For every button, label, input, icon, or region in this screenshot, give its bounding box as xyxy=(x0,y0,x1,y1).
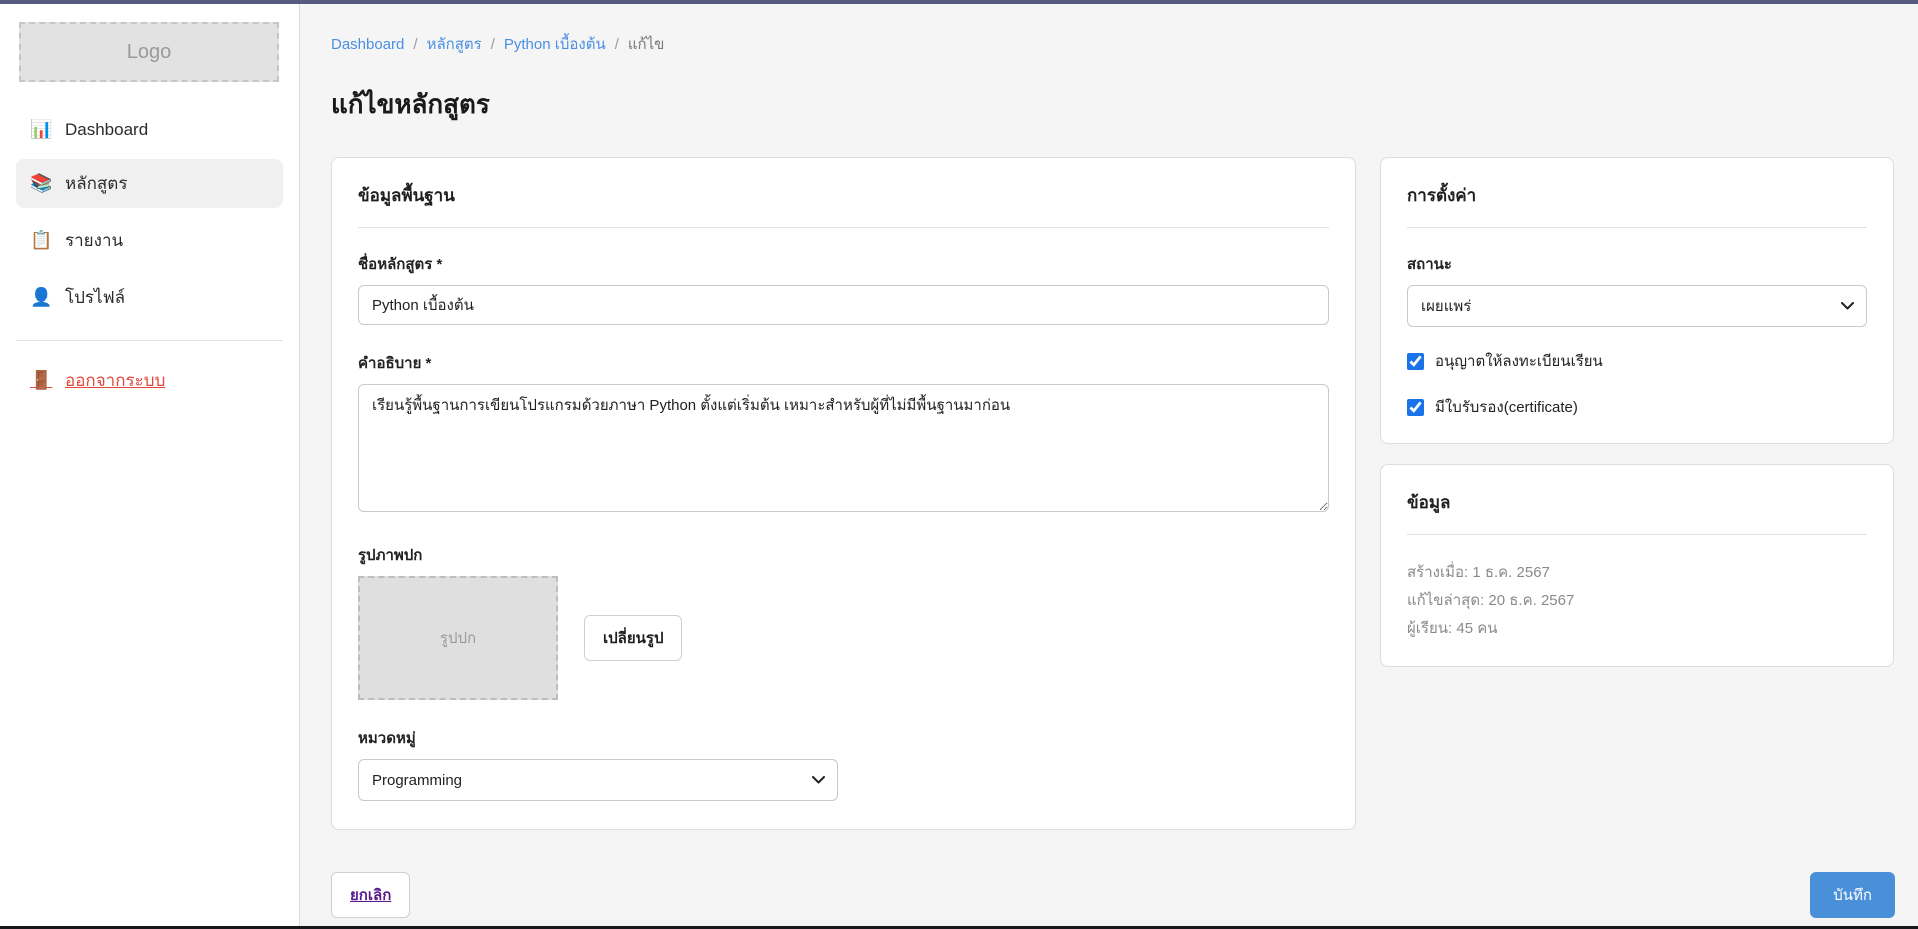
certificate-label[interactable]: มีใบรับรอง(certificate) xyxy=(1435,395,1578,419)
cancel-button[interactable]: ยกเลิก xyxy=(331,872,410,918)
cover-image-label: รูปภาพปก xyxy=(358,543,1329,567)
sidebar-item-reports[interactable]: 📋 รายงาน xyxy=(16,216,283,265)
allow-enrollment-row: อนุญาตให้ลงทะเบียนเรียน xyxy=(1407,349,1867,373)
course-name-label: ชื่อหลักสูตร * xyxy=(358,252,1329,276)
info-heading: ข้อมูล xyxy=(1407,489,1867,516)
cover-placeholder-text: รูปปก xyxy=(440,626,476,650)
card-divider xyxy=(1407,534,1867,535)
sidebar-item-label: Dashboard xyxy=(65,120,148,140)
logo: Logo xyxy=(19,22,279,82)
created-date-text: สร้างเมื่อ: 1 ธ.ค. 2567 xyxy=(1407,559,1867,587)
change-image-button[interactable]: เปลี่ยนรูป xyxy=(584,615,682,661)
breadcrumb-separator: / xyxy=(491,36,495,53)
sidebar-item-label: รายงาน xyxy=(65,227,123,254)
breadcrumb-separator: / xyxy=(413,36,417,53)
student-count-text: ผู้เรียน: 45 คน xyxy=(1407,615,1867,643)
books-icon: 📚 xyxy=(30,173,52,194)
sidebar-item-dashboard[interactable]: 📊 Dashboard xyxy=(16,108,283,151)
form-actions: ยกเลิก บันทึก xyxy=(331,872,1895,918)
description-textarea[interactable]: เรียนรู้พื้นฐานการเขียนโปรแกรมด้วยภาษา P… xyxy=(358,384,1329,512)
category-select[interactable]: Programming xyxy=(358,759,838,801)
top-accent-bar xyxy=(0,0,1918,4)
logo-text: Logo xyxy=(127,41,172,64)
sidebar: Logo 📊 Dashboard 📚 หลักสูตร 📋 รายงาน 👤 โ… xyxy=(0,4,300,926)
clipboard-icon: 📋 xyxy=(30,230,52,251)
breadcrumb: Dashboard / หลักสูตร / Python เบื้องต้น … xyxy=(331,32,1894,56)
door-icon: 🚪 xyxy=(30,370,52,391)
allow-enrollment-checkbox[interactable] xyxy=(1407,353,1424,370)
breadcrumb-current: แก้ไข xyxy=(628,32,665,56)
certificate-row: มีใบรับรอง(certificate) xyxy=(1407,395,1867,419)
description-label: คำอธิบาย * xyxy=(358,351,1329,375)
main-content: Dashboard / หลักสูตร / Python เบื้องต้น … xyxy=(301,4,1918,926)
cancel-button-label: ยกเลิก xyxy=(350,887,391,904)
person-icon: 👤 xyxy=(30,287,52,308)
sidebar-item-label: หลักสูตร xyxy=(65,170,127,197)
settings-heading: การตั้งค่า xyxy=(1407,182,1867,209)
info-card: ข้อมูล สร้างเมื่อ: 1 ธ.ค. 2567 แก้ไขล่าส… xyxy=(1380,464,1894,667)
status-select[interactable]: เผยแพร่ xyxy=(1407,285,1867,327)
breadcrumb-link-course[interactable]: Python เบื้องต้น xyxy=(504,32,606,56)
allow-enrollment-label[interactable]: อนุญาตให้ลงทะเบียนเรียน xyxy=(1435,349,1603,373)
category-label: หมวดหมู่ xyxy=(358,726,1329,750)
card-divider xyxy=(358,227,1329,228)
basic-info-heading: ข้อมูลพื้นฐาน xyxy=(358,182,1329,209)
basic-info-card: ข้อมูลพื้นฐาน ชื่อหลักสูตร * คำอธิบาย * … xyxy=(331,157,1356,830)
status-label: สถานะ xyxy=(1407,252,1867,276)
breadcrumb-separator: / xyxy=(615,36,619,53)
sidebar-item-label: โปรไฟล์ xyxy=(65,284,125,311)
card-divider xyxy=(1407,227,1867,228)
bar-chart-icon: 📊 xyxy=(30,119,52,140)
cover-image-placeholder: รูปปก xyxy=(358,576,558,700)
sidebar-nav: 📊 Dashboard 📚 หลักสูตร 📋 รายงาน 👤 โปรไฟล… xyxy=(0,108,299,322)
certificate-checkbox[interactable] xyxy=(1407,399,1424,416)
sidebar-item-profile[interactable]: 👤 โปรไฟล์ xyxy=(16,273,283,322)
logout-link[interactable]: 🚪 ออกจากระบบ xyxy=(16,367,179,394)
course-name-input[interactable] xyxy=(358,285,1329,325)
sidebar-item-courses[interactable]: 📚 หลักสูตร xyxy=(16,159,283,208)
save-button[interactable]: บันทึก xyxy=(1810,872,1895,918)
page-title: แก้ไขหลักสูตร xyxy=(331,84,1894,125)
settings-card: การตั้งค่า สถานะ เผยแพร่ อนุญาตให้ลงทะเบ… xyxy=(1380,157,1894,444)
breadcrumb-link-courses[interactable]: หลักสูตร xyxy=(427,32,482,56)
last-edited-text: แก้ไขล่าสุด: 20 ธ.ค. 2567 xyxy=(1407,587,1867,615)
logout-label: ออกจากระบบ xyxy=(65,367,165,394)
breadcrumb-link-dashboard[interactable]: Dashboard xyxy=(331,36,404,53)
sidebar-divider xyxy=(16,340,283,341)
